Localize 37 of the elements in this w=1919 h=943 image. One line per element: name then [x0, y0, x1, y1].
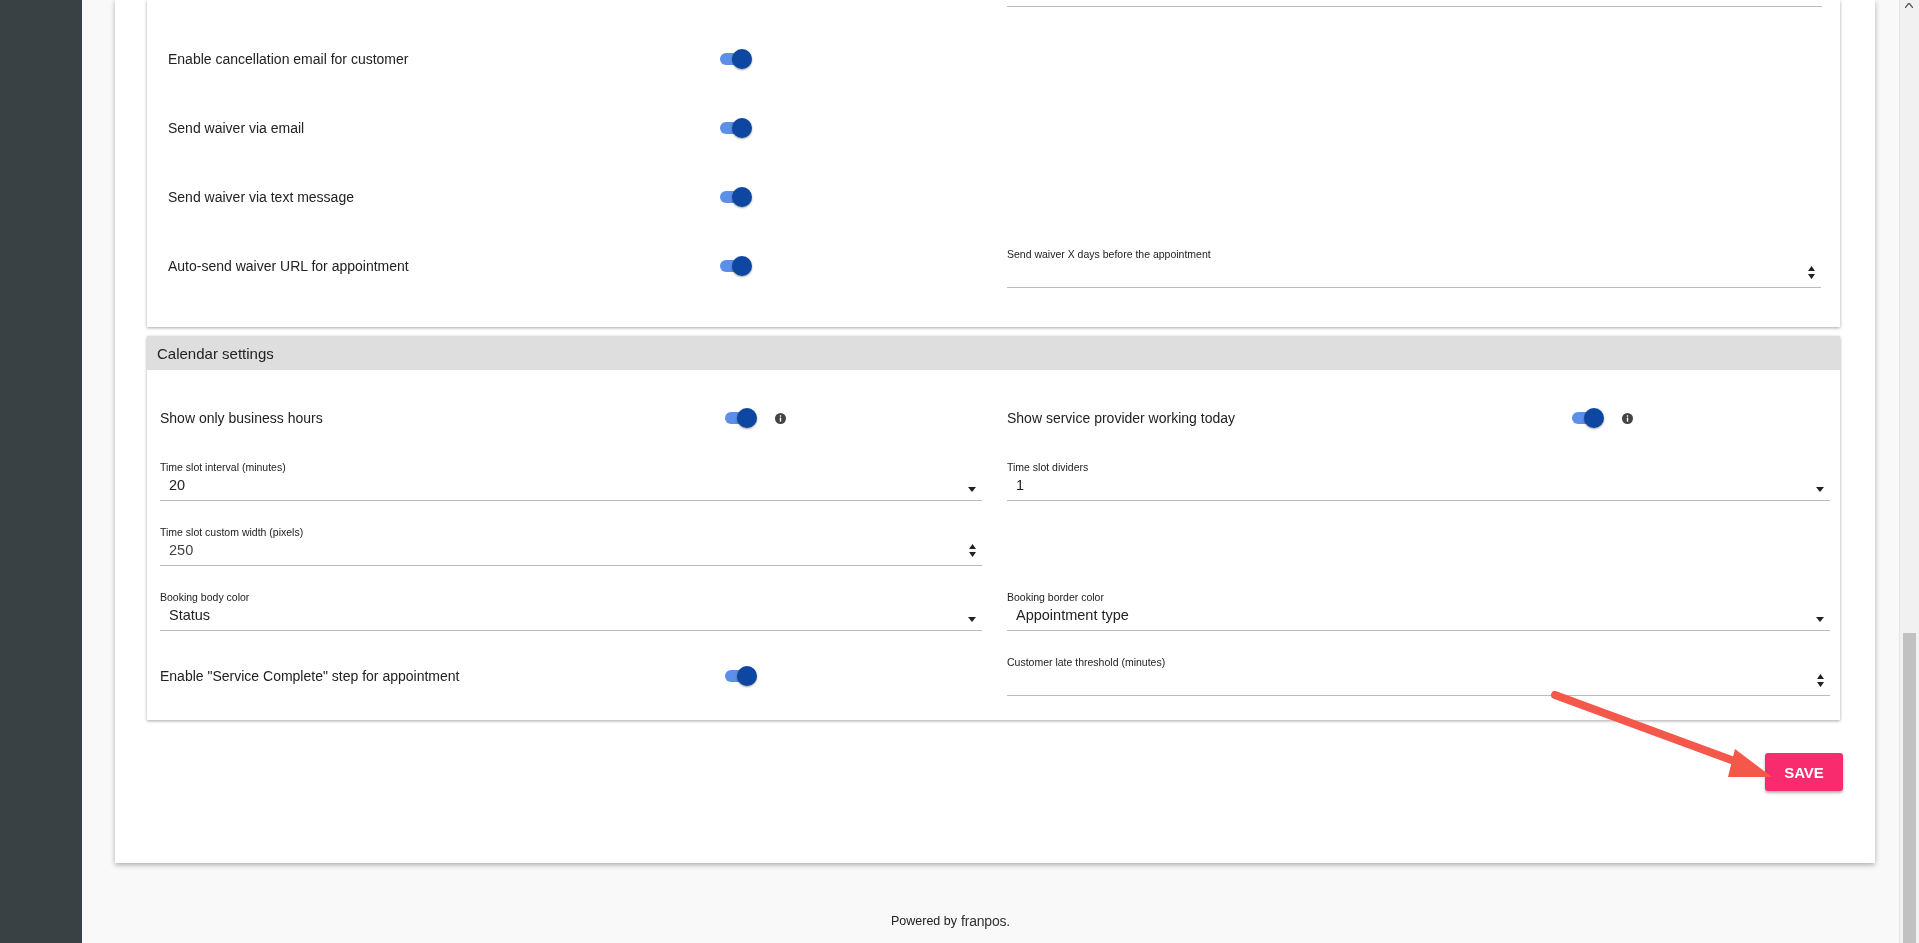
dropdown-field[interactable]: Time slot dividers 1 — [1007, 460, 1830, 501]
info-icon[interactable] — [775, 412, 786, 424]
number-field[interactable]: Customer late threshold (minutes) — [1007, 655, 1830, 696]
setting-label: Send waiver via email — [168, 119, 306, 136]
setting-label: Show service provider working today — [1007, 410, 1236, 426]
setting-label: Enable cancellation email for customer — [168, 50, 410, 67]
dropdown-field[interactable]: Booking border color Appointment type — [1007, 590, 1830, 631]
toggle-switch[interactable] — [720, 48, 750, 69]
number-field[interactable]: Time slot custom width (pixels) 250 — [160, 525, 982, 566]
setting-label: Enable "Service Complete" step for appointment — [160, 667, 461, 684]
dropdown-caret-icon — [968, 487, 976, 492]
toggle-switch[interactable] — [1572, 408, 1602, 428]
toggle-switch[interactable] — [725, 665, 755, 686]
dropdown-caret-icon — [1816, 487, 1824, 492]
setting-label: Show only business hours — [160, 410, 324, 426]
toggle-switch[interactable] — [725, 408, 755, 428]
save-button[interactable]: SAVE — [1765, 753, 1843, 791]
spinner-arrows-icon[interactable] — [1808, 266, 1815, 279]
setting-label: Auto-send waiver URL for appointment — [168, 257, 410, 274]
spinner-arrows-icon[interactable] — [1817, 674, 1824, 687]
info-icon[interactable] — [1622, 412, 1633, 424]
scroll-up-icon[interactable] — [1905, 3, 1913, 8]
scrollbar-thumb[interactable] — [1903, 633, 1916, 943]
section-title: Calendar settings — [147, 336, 1840, 370]
brand-logo: franpos. — [961, 913, 1010, 929]
setting-label: Send waiver via text message — [168, 188, 355, 205]
dropdown-field[interactable]: Booking body color Status — [160, 590, 982, 631]
number-field[interactable]: Send waiver X days before the appointment — [1007, 247, 1821, 288]
dropdown-field[interactable]: Time slot interval (minutes) 20 — [160, 460, 982, 501]
toggle-switch[interactable] — [720, 255, 750, 276]
footer-text: Powered by — [891, 914, 957, 928]
spinner-arrows-icon[interactable] — [969, 544, 976, 557]
toggle-switch[interactable] — [720, 117, 750, 138]
toggle-switch[interactable] — [720, 186, 750, 207]
dropdown-caret-icon — [1816, 617, 1824, 622]
dropdown-caret-icon — [968, 617, 976, 622]
scrollbar[interactable] — [1899, 0, 1919, 943]
